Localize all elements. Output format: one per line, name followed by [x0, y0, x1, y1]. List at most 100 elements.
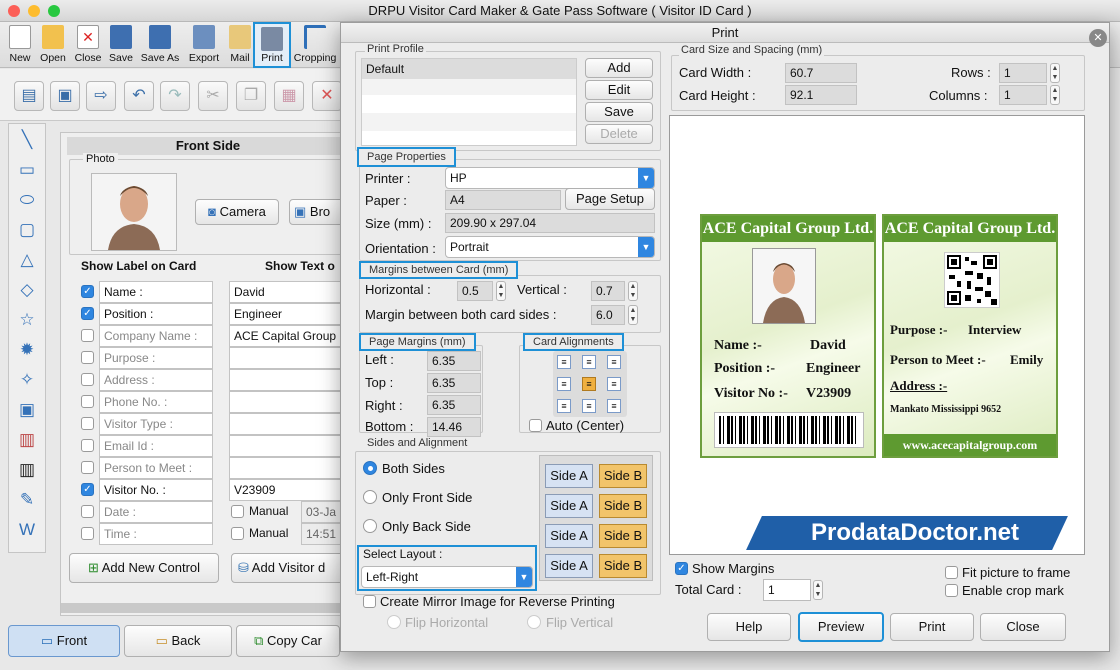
show-label-checkbox[interactable] [81, 527, 94, 540]
cut-icon[interactable]: ✂ [198, 81, 228, 111]
flip-vertical-radio[interactable] [527, 615, 541, 629]
print-dialog-button[interactable]: Print [890, 613, 974, 641]
align-bottom-center-icon[interactable]: ≡ [582, 399, 596, 413]
show-label-checkbox[interactable] [81, 505, 94, 518]
show-label-checkbox[interactable] [81, 461, 94, 474]
profile-add-button[interactable]: Add [585, 58, 653, 78]
close-window-icon[interactable] [8, 5, 20, 17]
field-value[interactable]: David [229, 281, 351, 303]
rows-field[interactable]: 1 [999, 63, 1047, 83]
align-bottom-left-icon[interactable]: ≡ [557, 399, 571, 413]
top-margin-field[interactable]: 6.35 [427, 373, 481, 393]
show-label-checkbox[interactable]: ✓ [81, 307, 94, 320]
card-width-field[interactable]: 60.7 [785, 63, 857, 83]
show-margins-checkbox[interactable]: ✓ [675, 562, 688, 575]
page-setup-button[interactable]: Page Setup [565, 188, 655, 210]
field-value[interactable]: Engineer [229, 303, 351, 325]
horizontal-scrollbar[interactable] [61, 603, 351, 613]
profile-edit-button[interactable]: Edit [585, 80, 653, 100]
line-tool-icon[interactable]: ╲ [14, 128, 40, 152]
star-tool-icon[interactable]: ☆ [14, 308, 40, 332]
show-label-checkbox[interactable] [81, 439, 94, 452]
mirror-image-checkbox[interactable] [363, 595, 376, 608]
both-sides-stepper[interactable]: ▲ ▼ [628, 305, 638, 325]
layout-select[interactable]: Left-Right ▼ [361, 566, 533, 588]
cross-tool-icon[interactable]: ✧ [14, 368, 40, 392]
close-dialog-button[interactable]: Close [980, 613, 1066, 641]
profile-save-button[interactable]: Save [585, 102, 653, 122]
save-as-button[interactable]: Save As [138, 22, 182, 68]
barcode-tool-icon[interactable]: ▥ [14, 458, 40, 482]
total-card-stepper[interactable]: ▲ ▼ [813, 580, 823, 600]
align-middle-right-icon[interactable]: ≡ [607, 377, 621, 391]
show-label-checkbox[interactable] [81, 351, 94, 364]
open-button[interactable]: Open [37, 22, 69, 68]
rectangle-tool-icon[interactable]: ▭ [14, 158, 40, 182]
card-height-field[interactable]: 92.1 [785, 85, 857, 105]
bottom-margin-field[interactable]: 14.46 [427, 417, 481, 437]
right-margin-field[interactable]: 6.35 [427, 395, 481, 415]
help-button[interactable]: Help [707, 613, 791, 641]
paste-icon[interactable]: ▦ [274, 81, 304, 111]
align-top-right-icon[interactable]: ≡ [607, 355, 621, 369]
undo-icon[interactable]: ↶ [124, 81, 154, 111]
field-value[interactable] [229, 391, 351, 413]
ellipse-tool-icon[interactable]: ⬭ [14, 188, 40, 212]
camera-button[interactable]: ◙ Camera [195, 199, 279, 225]
triangle-tool-icon[interactable]: △ [14, 248, 40, 272]
visitor-photo[interactable] [91, 173, 177, 251]
copy-icon[interactable]: ❐ [236, 81, 266, 111]
back-tab[interactable]: ▭ Back [124, 625, 232, 657]
field-value[interactable] [229, 369, 351, 391]
field-value[interactable]: V23909 [229, 479, 351, 501]
export-button[interactable]: Export [185, 22, 223, 68]
mail-button[interactable]: Mail [226, 22, 254, 68]
show-label-checkbox[interactable]: ✓ [81, 483, 94, 496]
horizontal-field[interactable]: 0.5 [457, 281, 493, 301]
flip-horizontal-radio[interactable] [387, 615, 401, 629]
dialog-close-icon[interactable]: ✕ [1089, 29, 1107, 47]
only-front-radio[interactable] [363, 490, 377, 504]
both-sides-margin-field[interactable]: 6.0 [591, 305, 625, 325]
export-image-icon[interactable]: ⇨ [86, 81, 116, 111]
total-card-field[interactable]: 1 [763, 579, 811, 601]
orientation-select[interactable]: Portrait ▼ [445, 236, 655, 258]
copy-card-tab[interactable]: ⧉ Copy Car [236, 625, 340, 657]
align-top-left-icon[interactable]: ≡ [557, 355, 571, 369]
columns-field[interactable]: 1 [999, 85, 1047, 105]
picture-tool-icon[interactable]: ▣ [14, 398, 40, 422]
manual-checkbox[interactable] [231, 527, 244, 540]
fit-picture-checkbox[interactable] [945, 566, 958, 579]
field-value[interactable] [229, 347, 351, 369]
new-button[interactable]: New [4, 22, 36, 68]
add-new-control-button[interactable]: ⊞ Add New Control [69, 553, 219, 583]
save-button[interactable]: Save [106, 22, 136, 68]
diamond-tool-icon[interactable]: ◇ [14, 278, 40, 302]
rounded-rect-tool-icon[interactable]: ▢ [14, 218, 40, 242]
zoom-window-icon[interactable] [48, 5, 60, 17]
vertical-field[interactable]: 0.7 [591, 281, 625, 301]
show-label-checkbox[interactable] [81, 417, 94, 430]
image-icon[interactable]: ▣ [50, 81, 80, 111]
properties-icon[interactable]: ▤ [14, 81, 44, 111]
auto-center-checkbox[interactable] [529, 419, 542, 432]
rows-stepper[interactable]: ▲ ▼ [1050, 63, 1060, 83]
align-top-center-icon[interactable]: ≡ [582, 355, 596, 369]
field-value[interactable] [229, 413, 351, 435]
add-visitor-button[interactable]: ⛁ Add Visitor d [231, 553, 351, 583]
manual-checkbox[interactable] [231, 505, 244, 518]
signature-tool-icon[interactable]: ✎ [14, 488, 40, 512]
align-middle-left-icon[interactable]: ≡ [557, 377, 571, 391]
front-tab[interactable]: ▭ Front [8, 625, 120, 657]
burst-tool-icon[interactable]: ✹ [14, 338, 40, 362]
cropping-button[interactable]: Cropping [292, 22, 338, 68]
left-margin-field[interactable]: 6.35 [427, 351, 481, 371]
align-center-icon[interactable]: ≡ [582, 377, 596, 391]
wordart-tool-icon[interactable]: W [14, 518, 40, 542]
field-value[interactable] [229, 457, 351, 479]
profile-delete-button[interactable]: Delete [585, 124, 653, 144]
crop-mark-checkbox[interactable] [945, 584, 958, 597]
show-label-checkbox[interactable] [81, 395, 94, 408]
field-value[interactable] [229, 435, 351, 457]
preview-button[interactable]: Preview [798, 612, 884, 642]
